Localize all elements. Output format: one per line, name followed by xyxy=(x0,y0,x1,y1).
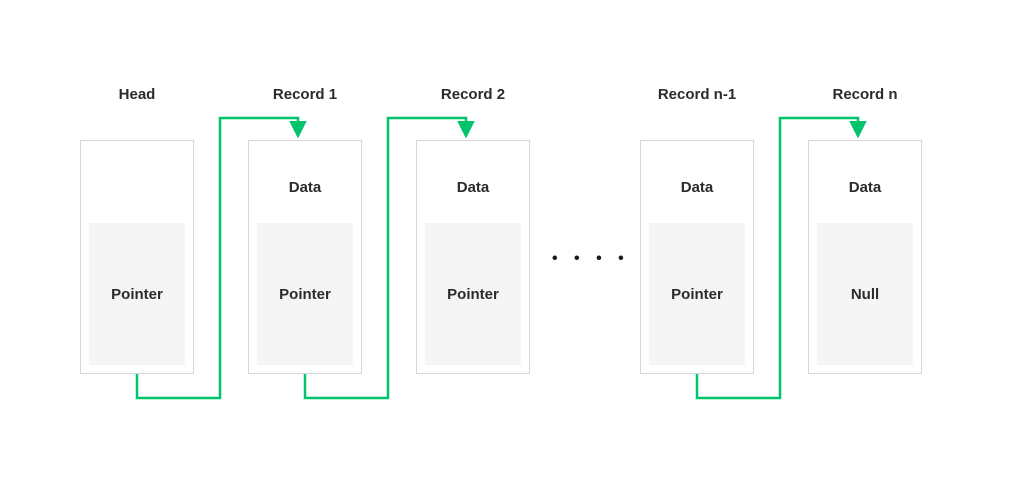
node-rn1: Data Pointer xyxy=(640,140,754,374)
title-rn: Record n xyxy=(795,86,935,103)
linked-list-diagram: Head Record 1 Record 2 Record n-1 Record… xyxy=(0,0,1023,500)
node-r2-inner-label: Pointer xyxy=(447,286,499,303)
title-r2: Record 2 xyxy=(403,86,543,103)
node-r1-pointer-box: Pointer xyxy=(257,223,353,365)
node-rn: Data Null xyxy=(808,140,922,374)
node-r2-data-label: Data xyxy=(417,179,529,196)
node-head: Pointer xyxy=(80,140,194,374)
node-r1-data-label: Data xyxy=(249,179,361,196)
ellipsis: • • • • • xyxy=(552,250,652,268)
node-head-pointer-box: Pointer xyxy=(89,223,185,365)
node-r2: Data Pointer xyxy=(416,140,530,374)
node-rn-data-label: Data xyxy=(809,179,921,196)
node-r2-pointer-box: Pointer xyxy=(425,223,521,365)
node-r1: Data Pointer xyxy=(248,140,362,374)
title-r1: Record 1 xyxy=(235,86,375,103)
title-rn1: Record n-1 xyxy=(627,86,767,103)
node-rn1-inner-label: Pointer xyxy=(671,286,723,303)
node-rn-inner-label: Null xyxy=(851,286,879,303)
node-r1-inner-label: Pointer xyxy=(279,286,331,303)
title-head: Head xyxy=(67,86,207,103)
node-rn-null-box: Null xyxy=(817,223,913,365)
node-rn1-data-label: Data xyxy=(641,179,753,196)
node-rn1-pointer-box: Pointer xyxy=(649,223,745,365)
node-head-inner-label: Pointer xyxy=(111,286,163,303)
